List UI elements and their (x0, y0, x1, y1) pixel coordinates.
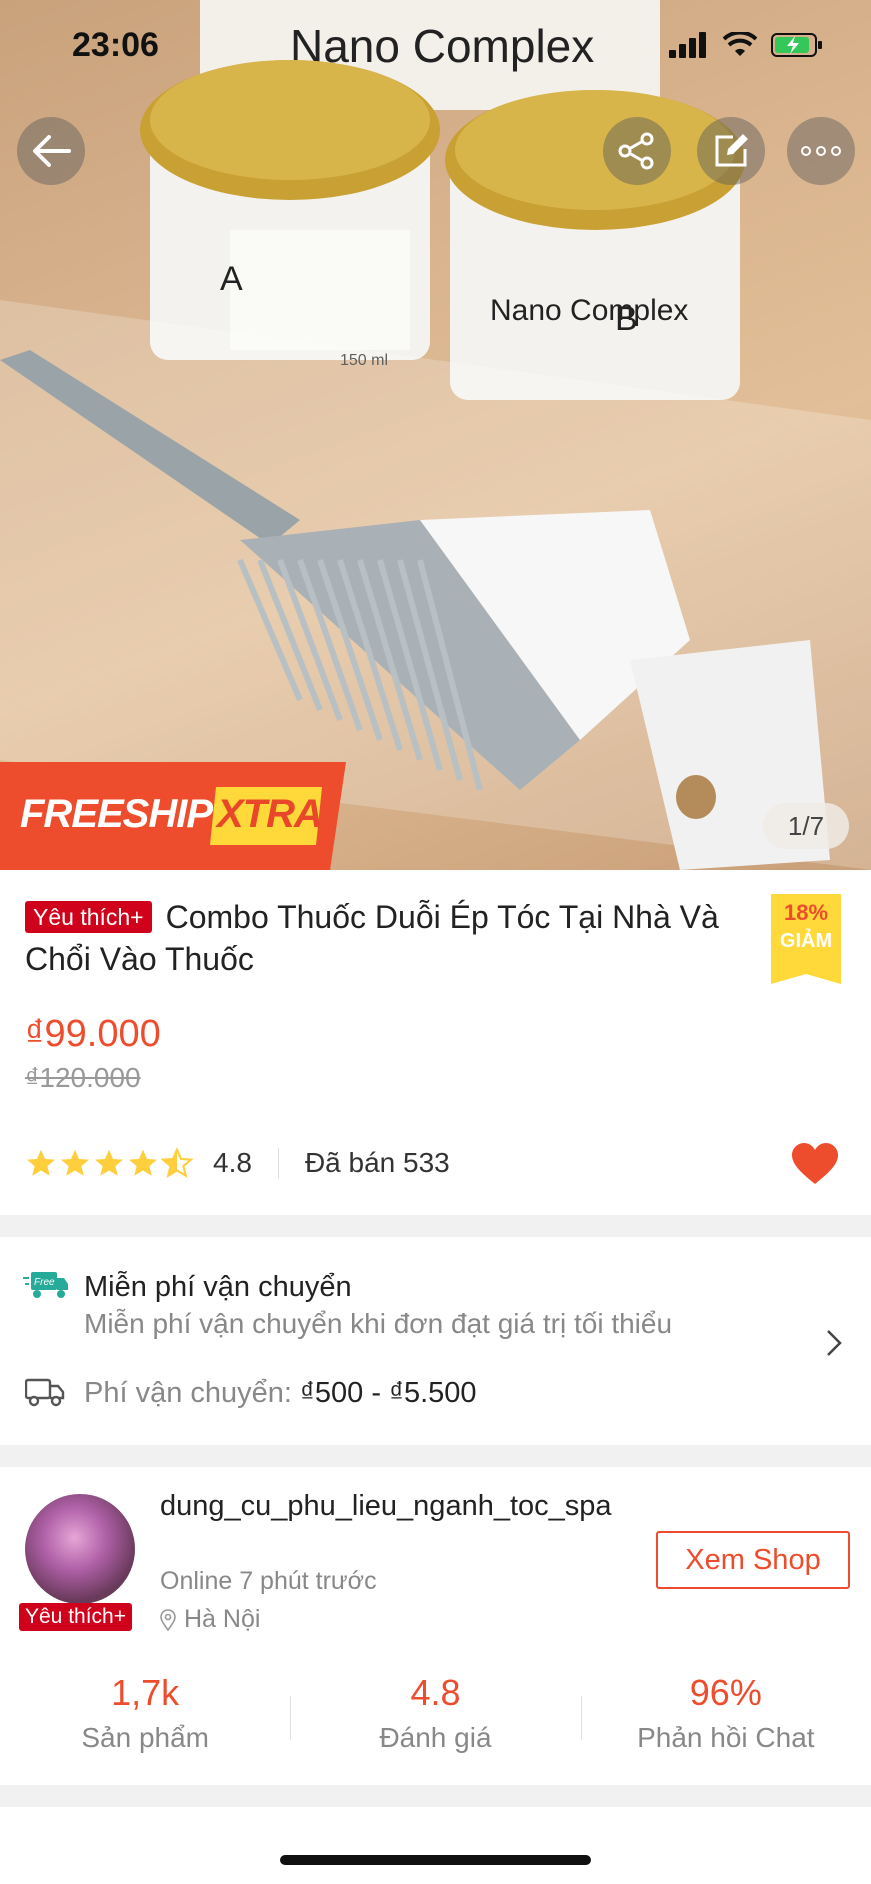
freeship-label: FREESHIP (20, 792, 213, 836)
status-icons (669, 32, 823, 58)
arrow-left-icon (33, 135, 71, 167)
free-shipping-subtitle: Miễn phí vận chuyển khi đơn đạt giá trị … (84, 1308, 673, 1339)
shop-avatar[interactable] (25, 1494, 135, 1604)
share-button[interactable] (603, 117, 671, 185)
stat-value: 96% (689, 1672, 762, 1713)
freeship-xtra-label: XTRA (217, 792, 323, 836)
heart-icon (792, 1143, 838, 1184)
shipping-fee: Phí vận chuyển: ₫500 - ₫5.500 (84, 1377, 477, 1410)
share-icon (618, 132, 654, 170)
edit-icon (715, 134, 748, 167)
more-dots-icon (801, 146, 841, 156)
view-shop-button[interactable]: Xem Shop (656, 1531, 850, 1589)
svg-text:Nano Complex: Nano Complex (490, 294, 688, 327)
product-info: Yêu thích+ Combo Thuốc Duỗi Ép Tóc Tại Nh… (0, 870, 871, 1215)
section-separator (0, 1785, 871, 1807)
divider (277, 1148, 279, 1178)
favorite-plus-badge: Yêu thích+ (25, 901, 152, 933)
back-button[interactable] (17, 117, 85, 185)
product-image-carousel[interactable]: Nano Complex A 150 ml Nano Complex B (0, 0, 871, 870)
section-separator (0, 1215, 871, 1237)
status-bar: 23:06 (0, 0, 871, 95)
like-button[interactable] (790, 1142, 840, 1191)
shop-location: Hà Nội (160, 1605, 260, 1634)
discount-tag: 18% GIẢM (771, 894, 841, 984)
discount-label: GIẢM (779, 930, 833, 952)
discount-percent: 18% (783, 900, 829, 925)
battery-charging-icon (771, 33, 822, 57)
stat-chat-response[interactable]: 96% Phản hồi Chat (580, 1670, 871, 1770)
star-icon (61, 1149, 89, 1176)
stat-label: Phản hồi Chat (637, 1722, 815, 1753)
image-counter: 1/7 (763, 803, 849, 849)
shop-section: Yêu thích+ dung_cu_phu_lieu_nganh_toc_sp… (0, 1467, 871, 1785)
shop-stats: 1,7k Sản phẩm 4.8 Đánh giá 96% Phản hồi … (0, 1670, 871, 1770)
wifi-icon (723, 32, 757, 56)
star-half-icon (161, 1147, 193, 1179)
shop-location-text: Hà Nội (184, 1605, 261, 1633)
stat-label: Đánh giá (379, 1722, 492, 1753)
shop-favorite-badge: Yêu thích+ (19, 1603, 132, 1631)
svg-text:A: A (220, 260, 243, 298)
home-indicator[interactable] (280, 1855, 591, 1865)
sold-count: Đã bán 533 (304, 1147, 450, 1178)
stat-products[interactable]: 1,7k Sản phẩm (0, 1670, 290, 1770)
star-icon (129, 1149, 157, 1176)
shipping-section[interactable]: Free Miễn phí vận chuyển Miễn phí vận ch… (0, 1237, 871, 1445)
shop-name[interactable]: dung_cu_phu_lieu_nganh_toc_spa (160, 1487, 640, 1525)
shipping-fee-label: Phí vận chuyển: (84, 1377, 301, 1409)
rating-row[interactable]: 4.8 Đã bán 533 (25, 1147, 450, 1179)
truck-icon (25, 1378, 65, 1407)
more-options-button[interactable] (787, 117, 855, 185)
stat-rating[interactable]: 4.8 Đánh giá (290, 1670, 580, 1770)
shop-online-status: Online 7 phút trước (160, 1567, 377, 1595)
star-icon (95, 1149, 123, 1176)
stat-value: 4.8 (410, 1672, 461, 1713)
rating-stars (25, 1147, 193, 1179)
free-shipping-icon: Free (23, 1272, 68, 1298)
rating-value: 4.8 (213, 1147, 252, 1178)
free-shipping-title: Miễn phí vận chuyển (84, 1271, 352, 1303)
shipping-fee-value: ₫500 - ₫5.500 (300, 1377, 477, 1409)
star-icon (27, 1149, 55, 1176)
stat-value: 1,7k (111, 1672, 180, 1713)
svg-text:Free: Free (34, 1277, 55, 1288)
current-price: ₫99.000 (25, 1013, 161, 1055)
edit-button[interactable] (697, 117, 765, 185)
product-title-block: Yêu thích+ Combo Thuốc Duỗi Ép Tóc Tại Nh… (25, 896, 771, 980)
section-separator (0, 1445, 871, 1467)
svg-text:B: B (615, 300, 638, 338)
status-time: 23:06 (72, 26, 159, 64)
original-price: ₫120.000 (25, 1062, 141, 1093)
cellular-signal-icon (669, 32, 706, 58)
chevron-right-icon[interactable] (826, 1329, 842, 1357)
stat-label: Sản phẩm (81, 1722, 209, 1753)
location-pin-icon (160, 1608, 176, 1631)
